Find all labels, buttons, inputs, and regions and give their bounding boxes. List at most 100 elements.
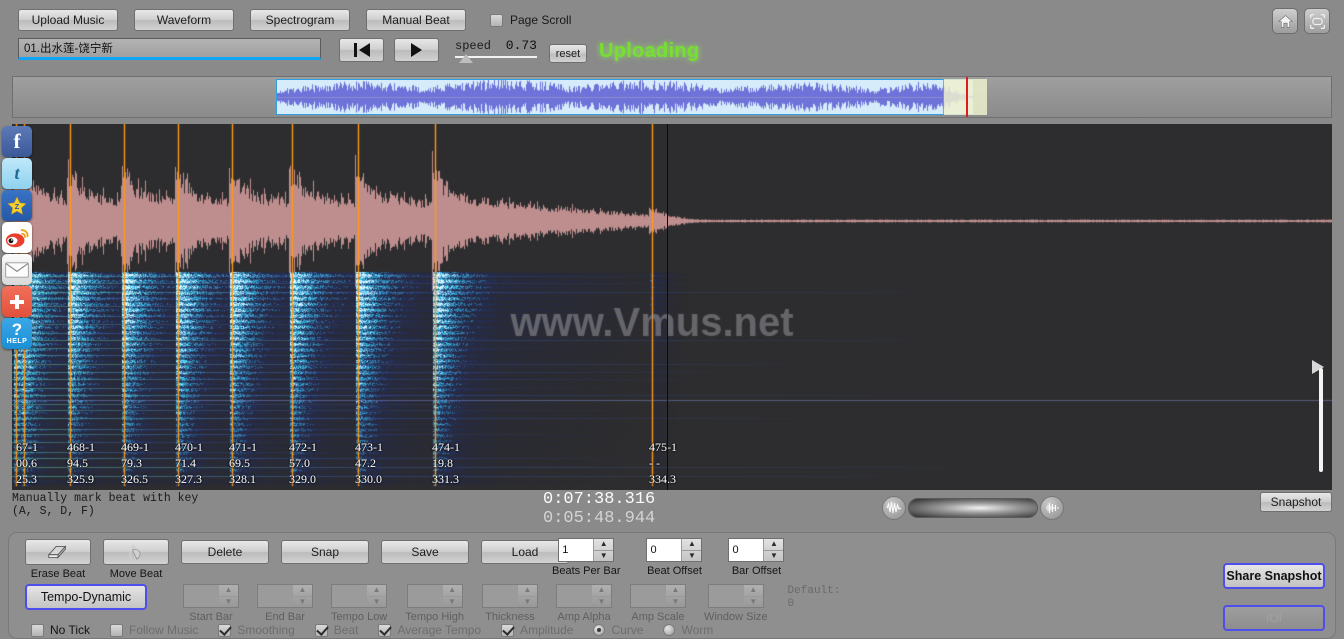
start-bar-stepper-value[interactable] xyxy=(184,585,218,607)
stepper-up-icon[interactable]: ▲ xyxy=(743,585,763,597)
window-size-stepper-control[interactable]: ▲ ▼ Window Size xyxy=(704,584,768,623)
end-bar-stepper[interactable]: ▲ ▼ xyxy=(257,584,313,608)
spectrogram-canvas[interactable] xyxy=(12,124,1332,490)
start-bar-stepper-control[interactable]: ▲ ▼ Start Bar xyxy=(183,584,239,623)
thickness-stepper-value[interactable] xyxy=(482,585,517,607)
email-share-icon[interactable] xyxy=(2,254,32,285)
tempo-high-stepper-control[interactable]: ▲ ▼ Tempo High xyxy=(405,584,464,623)
home-icon[interactable] xyxy=(1272,8,1298,34)
tempo-high-stepper-value[interactable] xyxy=(407,585,442,607)
curve-radio-item[interactable]: Curve xyxy=(593,623,643,637)
beats-per-bar-stepper[interactable]: 1 ▲ ▼ xyxy=(558,538,615,562)
amp-scale-stepper[interactable]: ▲ ▼ xyxy=(629,584,686,608)
qzone-share-icon[interactable]: Z xyxy=(2,190,32,221)
average-tempo-checkbox-item[interactable]: Average Tempo xyxy=(378,623,481,637)
stepper-up-icon[interactable]: ▲ xyxy=(594,539,614,551)
window-size-stepper[interactable]: ▲ ▼ xyxy=(707,584,764,608)
thickness-stepper-arrows[interactable]: ▲ ▼ xyxy=(516,585,537,608)
beats-per-bar-arrows[interactable]: ▲ ▼ xyxy=(593,539,614,562)
beat-offset-stepper[interactable]: 0 ▲ ▼ xyxy=(646,538,703,562)
smoothing-checkbox-item[interactable]: Smoothing xyxy=(218,623,295,637)
stepper-down-icon[interactable]: ▼ xyxy=(219,597,238,608)
average-tempo-checkbox[interactable] xyxy=(378,623,392,637)
twitter-share-icon[interactable]: t xyxy=(2,158,32,189)
snap-button[interactable]: Snap xyxy=(281,540,369,564)
amplitude-checkbox[interactable] xyxy=(501,623,515,637)
amp-alpha-stepper[interactable]: ▲ ▼ xyxy=(555,584,612,608)
bar-offset-control[interactable]: 0 ▲ ▼ Bar Offset xyxy=(728,538,785,577)
play-button[interactable] xyxy=(394,38,439,62)
stepper-up-icon[interactable]: ▲ xyxy=(682,539,702,551)
rewind-to-start-button[interactable] xyxy=(339,38,384,62)
smoothing-checkbox[interactable] xyxy=(218,623,232,637)
bar-offset-stepper[interactable]: 0 ▲ ▼ xyxy=(728,538,785,562)
tempo-dynamic-button[interactable]: Tempo-Dynamic xyxy=(25,584,147,610)
move-beat-control[interactable]: Move Beat xyxy=(103,539,169,580)
stepper-up-icon[interactable]: ▲ xyxy=(219,585,238,597)
speed-track[interactable] xyxy=(455,54,537,63)
stepper-down-icon[interactable]: ▼ xyxy=(594,551,613,562)
bar-offset-value[interactable]: 0 xyxy=(729,539,764,561)
worm-radio[interactable] xyxy=(663,624,676,636)
waveform-icon[interactable] xyxy=(882,496,906,520)
erase-beat-control[interactable]: Erase Beat xyxy=(25,539,91,580)
song-title-input[interactable]: 01.出水莲-饶宁新 xyxy=(18,38,321,60)
snapshot-button[interactable]: Snapshot xyxy=(1260,492,1332,512)
no-tick-checkbox[interactable] xyxy=(31,623,44,637)
amp-scale-stepper-control[interactable]: ▲ ▼ Amp Scale xyxy=(629,584,686,623)
upload-music-button[interactable]: Upload Music xyxy=(18,9,118,31)
end-bar-stepper-control[interactable]: ▲ ▼ End Bar xyxy=(257,584,313,623)
start-bar-stepper[interactable]: ▲ ▼ xyxy=(183,584,239,608)
beat-checkbox[interactable] xyxy=(314,623,328,637)
tempo-high-stepper[interactable]: ▲ ▼ xyxy=(406,584,463,608)
volume-slider[interactable] xyxy=(882,496,1064,520)
amp-alpha-stepper-arrows[interactable]: ▲ ▼ xyxy=(590,585,611,607)
fullscreen-icon[interactable] xyxy=(1304,8,1330,34)
beat-checkbox-item[interactable]: Beat xyxy=(314,623,358,637)
amp-alpha-stepper-value[interactable] xyxy=(556,585,591,607)
tempo-low-stepper-value[interactable] xyxy=(332,585,367,607)
beat-offset-control[interactable]: 0 ▲ ▼ Beat Offset xyxy=(646,538,703,577)
stepper-down-icon[interactable]: ▼ xyxy=(293,597,312,608)
stepper-up-icon[interactable]: ▲ xyxy=(517,585,537,597)
erase-beat-button[interactable] xyxy=(25,539,91,565)
manual-beat-button[interactable]: Manual Beat xyxy=(366,9,466,31)
facebook-share-icon[interactable]: f xyxy=(2,126,32,157)
stepper-up-icon[interactable]: ▲ xyxy=(442,585,462,597)
beat-offset-arrows[interactable]: ▲ ▼ xyxy=(681,539,702,562)
amplitude-checkbox-item[interactable]: Amplitude xyxy=(501,623,573,637)
bar-offset-arrows[interactable]: ▲ ▼ xyxy=(763,539,784,561)
ioi-button[interactable]: IOI xyxy=(1223,605,1325,631)
spectrogram-view[interactable]: 67-1 00.6 25.3 468-1 94.5 325.9 469-1 79.3 326.5… xyxy=(12,124,1332,490)
amp-alpha-stepper-control[interactable]: ▲ ▼ Amp Alpha xyxy=(555,584,612,623)
stepper-down-icon[interactable]: ▼ xyxy=(518,597,537,608)
tempo-low-stepper-control[interactable]: ▲ ▼ Tempo Low xyxy=(331,584,387,623)
overview-viewport-window[interactable] xyxy=(943,79,987,115)
waveform-button[interactable]: Waveform xyxy=(134,9,234,31)
end-bar-stepper-value[interactable] xyxy=(258,585,292,607)
follow-music-checkbox-item[interactable]: Follow Music xyxy=(110,623,198,637)
tempo-high-stepper-arrows[interactable]: ▲ ▼ xyxy=(441,585,462,607)
spectrogram-button[interactable]: Spectrogram xyxy=(250,9,350,31)
overview-timeline[interactable] xyxy=(12,76,1332,118)
thickness-stepper[interactable]: ▲ ▼ xyxy=(481,584,538,608)
help-icon[interactable]: ? HELP xyxy=(2,318,32,349)
end-bar-stepper-arrows[interactable]: ▲ ▼ xyxy=(292,585,312,607)
beat-offset-value[interactable]: 0 xyxy=(647,539,682,561)
speed-knob[interactable] xyxy=(459,54,473,63)
stepper-up-icon[interactable]: ▲ xyxy=(293,585,312,597)
stepper-down-icon[interactable]: ▼ xyxy=(744,597,763,608)
more-share-icon[interactable] xyxy=(2,286,32,317)
start-bar-stepper-arrows[interactable]: ▲ ▼ xyxy=(218,585,238,607)
save-button[interactable]: Save xyxy=(381,540,469,564)
vertical-zoom-scrollbar[interactable] xyxy=(1312,360,1326,472)
window-size-stepper-arrows[interactable]: ▲ ▼ xyxy=(742,585,763,608)
stepper-down-icon[interactable]: ▼ xyxy=(682,551,701,562)
delete-button[interactable]: Delete xyxy=(181,540,269,564)
speed-slider[interactable]: speed 0.73 xyxy=(455,38,537,63)
curve-radio[interactable] xyxy=(593,624,606,636)
beats-per-bar-control[interactable]: 1 ▲ ▼ Beats Per Bar xyxy=(552,538,620,577)
share-snapshot-button[interactable]: Share Snapshot xyxy=(1223,563,1325,589)
amp-scale-stepper-arrows[interactable]: ▲ ▼ xyxy=(664,585,685,607)
window-size-stepper-value[interactable] xyxy=(708,585,743,607)
